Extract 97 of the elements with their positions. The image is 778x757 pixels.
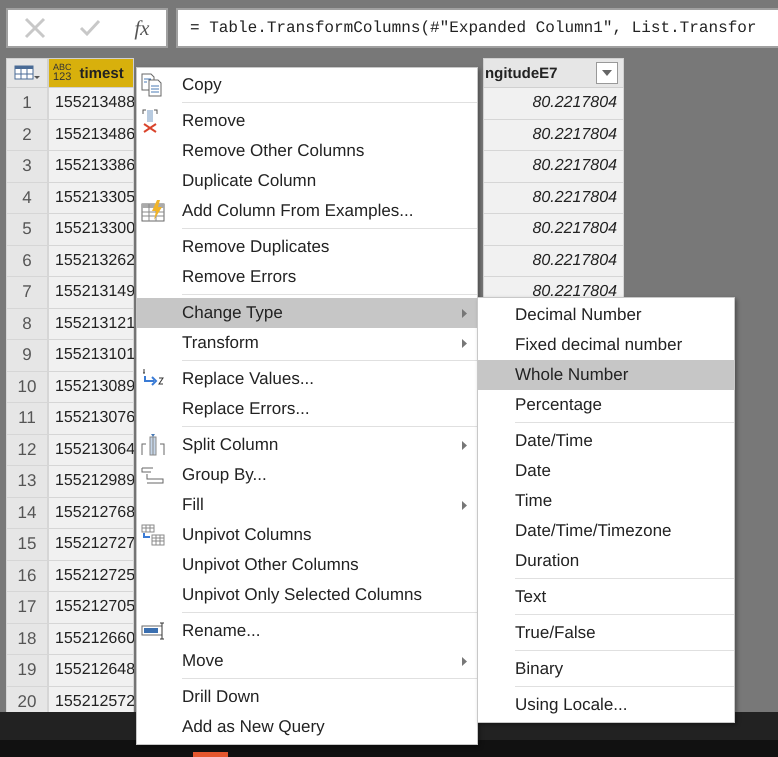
- menu-item[interactable]: Unpivot Only Selected Columns: [137, 580, 477, 610]
- menu-item[interactable]: Remove Duplicates: [137, 232, 477, 262]
- menu-item[interactable]: Drill Down: [137, 682, 477, 712]
- caret-icon: [602, 70, 612, 76]
- row-number: 16: [6, 560, 48, 592]
- row-number: 14: [6, 498, 48, 529]
- menu-item[interactable]: Unpivot Other Columns: [137, 550, 477, 580]
- table-cell: 155212768: [48, 498, 134, 529]
- menu-item[interactable]: True/False: [478, 618, 734, 648]
- menu-item[interactable]: Unpivot Columns: [137, 520, 477, 550]
- taskbar-icon[interactable]: [193, 752, 228, 757]
- column-title: timest: [80, 64, 124, 82]
- row-number: 11: [6, 403, 48, 434]
- table-cell: 155213305: [48, 182, 134, 214]
- table-cell: 155213076: [48, 403, 134, 434]
- row-number: 18: [6, 624, 48, 655]
- table-cell: 155212989: [48, 466, 134, 498]
- row-number: 2: [6, 120, 48, 151]
- menu-item[interactable]: Move: [137, 646, 477, 676]
- row-number: 15: [6, 529, 48, 560]
- menu-item[interactable]: Transform: [137, 328, 477, 358]
- menu-item[interactable]: Remove: [137, 106, 477, 136]
- menu-item[interactable]: Change Type: [137, 298, 477, 328]
- formula-field[interactable]: = Table.TransformColumns(#"Expanded Column1", List.Transfor: [176, 8, 778, 48]
- function-button[interactable]: fx: [134, 16, 150, 40]
- copy-icon: [141, 73, 163, 97]
- table-cell: 80.2217804: [483, 277, 624, 297]
- table-cell: 155213149: [48, 277, 134, 308]
- menu-item[interactable]: Group By...: [137, 460, 477, 490]
- row-number: 12: [6, 434, 48, 466]
- menu-item[interactable]: Split Column: [137, 430, 477, 460]
- menu-item[interactable]: Remove Other Columns: [137, 136, 477, 166]
- menu-item[interactable]: Whole Number: [478, 360, 734, 390]
- column-title: ngitudeE7: [485, 64, 558, 82]
- table-cell: 80.2217804: [483, 151, 624, 182]
- table-lightning-icon: [141, 200, 165, 222]
- menu-item[interactable]: Percentage: [478, 390, 734, 420]
- row-number: 6: [6, 246, 48, 277]
- row-number: 3: [6, 151, 48, 182]
- menu-item[interactable]: Using Locale...: [478, 690, 734, 720]
- table-cell: 155213101: [48, 340, 134, 372]
- unpivot-icon: [141, 524, 165, 546]
- table-cell: 155212705: [48, 592, 134, 624]
- menu-item[interactable]: Binary: [478, 654, 734, 684]
- menu-item[interactable]: Fixed decimal number: [478, 330, 734, 360]
- menu-item[interactable]: Text: [478, 582, 734, 612]
- column-header[interactable]: ngitudeE7: [483, 58, 624, 88]
- table-cell: 155212648: [48, 655, 134, 686]
- group-by-icon: [141, 466, 165, 484]
- table-cell: 80.2217804: [483, 88, 624, 120]
- menu-item[interactable]: Add Column From Examples...: [137, 196, 477, 226]
- menu-item[interactable]: Fill: [137, 490, 477, 520]
- table-cell: 80.2217804: [483, 120, 624, 151]
- row-number: 20: [6, 686, 48, 712]
- delete-column-icon: [141, 109, 159, 133]
- menu-item[interactable]: Add as New Query: [137, 712, 477, 742]
- split-column-icon: [141, 434, 165, 456]
- table-cell: 80.2217804: [483, 182, 624, 214]
- menu-item[interactable]: Replace Errors...: [137, 394, 477, 424]
- table-cell: 155213089: [48, 372, 134, 403]
- row-number: 13: [6, 466, 48, 498]
- type-badge[interactable]: ABC 123: [53, 63, 72, 83]
- menu-item[interactable]: Rename...: [137, 616, 477, 646]
- table-cell: 155212725: [48, 560, 134, 592]
- menu-item[interactable]: Date: [478, 456, 734, 486]
- table-menu-icon[interactable]: [14, 65, 40, 81]
- table-cell: 155213386: [48, 151, 134, 182]
- check-icon[interactable]: [79, 19, 102, 37]
- menu-item[interactable]: Decimal Number: [478, 300, 734, 330]
- rename-icon: [141, 622, 165, 640]
- table-cell: 80.2217804: [483, 246, 624, 277]
- menu-item[interactable]: Copy: [137, 70, 477, 100]
- row-number: 7: [6, 277, 48, 308]
- filter-dropdown-button[interactable]: [596, 62, 618, 84]
- table-cell: 155212727: [48, 529, 134, 560]
- row-number: 5: [6, 214, 48, 246]
- table-cell: 80.2217804: [483, 214, 624, 246]
- row-number: 8: [6, 308, 48, 340]
- menu-item[interactable]: Duration: [478, 546, 734, 576]
- table-cell: 155213488: [48, 88, 134, 120]
- row-number: 4: [6, 182, 48, 214]
- menu-item[interactable]: Remove Errors: [137, 262, 477, 292]
- menu-item[interactable]: Duplicate Column: [137, 166, 477, 196]
- row-number: 17: [6, 592, 48, 624]
- menu-item[interactable]: Date/Time: [478, 426, 734, 456]
- table-cell: 155213262: [48, 246, 134, 277]
- row-number: 19: [6, 655, 48, 686]
- cancel-icon[interactable]: [24, 17, 46, 39]
- menu-item[interactable]: Replace Values...: [137, 364, 477, 394]
- table-cell: 155212572: [48, 686, 134, 712]
- row-number: 10: [6, 372, 48, 403]
- table-cell: 155213486: [48, 120, 134, 151]
- row-number: 1: [6, 88, 48, 120]
- menu-item[interactable]: Date/Time/Timezone: [478, 516, 734, 546]
- row-number: 9: [6, 340, 48, 372]
- menu-item[interactable]: Time: [478, 486, 734, 516]
- table-cell: 155213121: [48, 308, 134, 340]
